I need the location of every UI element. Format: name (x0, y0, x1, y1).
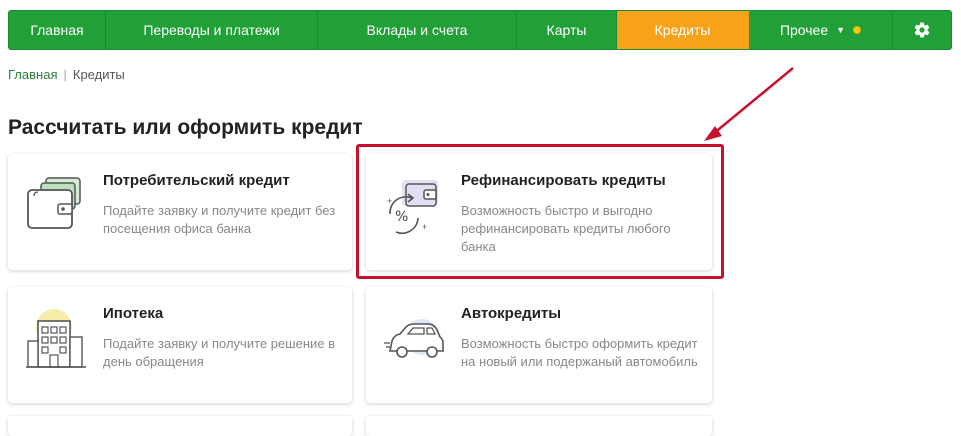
svg-text:+: + (422, 222, 427, 232)
card-mortgage[interactable]: Ипотека Подайте заявку и получите решени… (8, 287, 352, 403)
nav-label: Карты (546, 22, 587, 38)
chevron-down-icon: ▼ (836, 25, 846, 35)
nav-label: Кредиты (654, 22, 711, 38)
card-title: Потребительский кредит (103, 172, 290, 189)
nav-item-transfers[interactable]: Переводы и платежи (106, 11, 318, 49)
card-auto-credit[interactable]: Автокредиты Возможность быстро оформить … (366, 287, 712, 403)
card-description: Подайте заявку и получите решение в день… (103, 336, 336, 369)
card-partial[interactable] (8, 416, 352, 436)
nav-item-cards[interactable]: Карты (517, 11, 617, 49)
notification-dot-icon (853, 26, 862, 34)
card-description: Подайте заявку и получите кредит без пос… (103, 203, 336, 236)
nav-label: Переводы и платежи (143, 22, 280, 38)
breadcrumb: Главная | Кредиты (8, 67, 125, 82)
nav-item-other[interactable]: Прочее ▼ (749, 11, 893, 49)
nav-label: Прочее (779, 22, 829, 38)
card-description: Возможность быстро и выгодно рефинансиро… (461, 203, 671, 254)
building-icon (26, 309, 86, 368)
svg-text:+: + (387, 196, 392, 206)
card-title: Рефинансировать кредиты (461, 172, 666, 189)
wallet-cash-icon (27, 177, 81, 229)
main-nav: Главная Переводы и платежи Вклады и счет… (8, 10, 952, 50)
breadcrumb-current: Кредиты (72, 67, 125, 82)
breadcrumb-home-link[interactable]: Главная (8, 67, 57, 82)
card-title: Автокредиты (461, 305, 562, 322)
nav-label: Вклады и счета (366, 22, 468, 38)
card-title: Ипотека (103, 305, 164, 322)
nav-item-deposits[interactable]: Вклады и счета (318, 11, 517, 49)
card-refinance[interactable]: % + + Рефинансировать кредиты Возможност… (366, 154, 712, 270)
settings-button[interactable] (893, 11, 951, 49)
card-description: Возможность быстро оформить кредит на но… (461, 336, 698, 369)
card-consumer-credit[interactable]: Потребительский кредит Подайте заявку и … (8, 154, 352, 270)
svg-text:%: % (395, 209, 408, 225)
nav-item-credits[interactable]: Кредиты (617, 11, 749, 49)
refinance-percent-icon: % + + (387, 180, 438, 234)
breadcrumb-separator: | (63, 67, 67, 82)
nav-item-home[interactable]: Главная (9, 11, 106, 49)
page-title: Рассчитать или оформить кредит (8, 116, 363, 139)
car-icon (384, 319, 444, 358)
nav-label: Главная (30, 22, 84, 38)
card-partial[interactable] (366, 416, 712, 436)
gear-icon (914, 22, 930, 38)
